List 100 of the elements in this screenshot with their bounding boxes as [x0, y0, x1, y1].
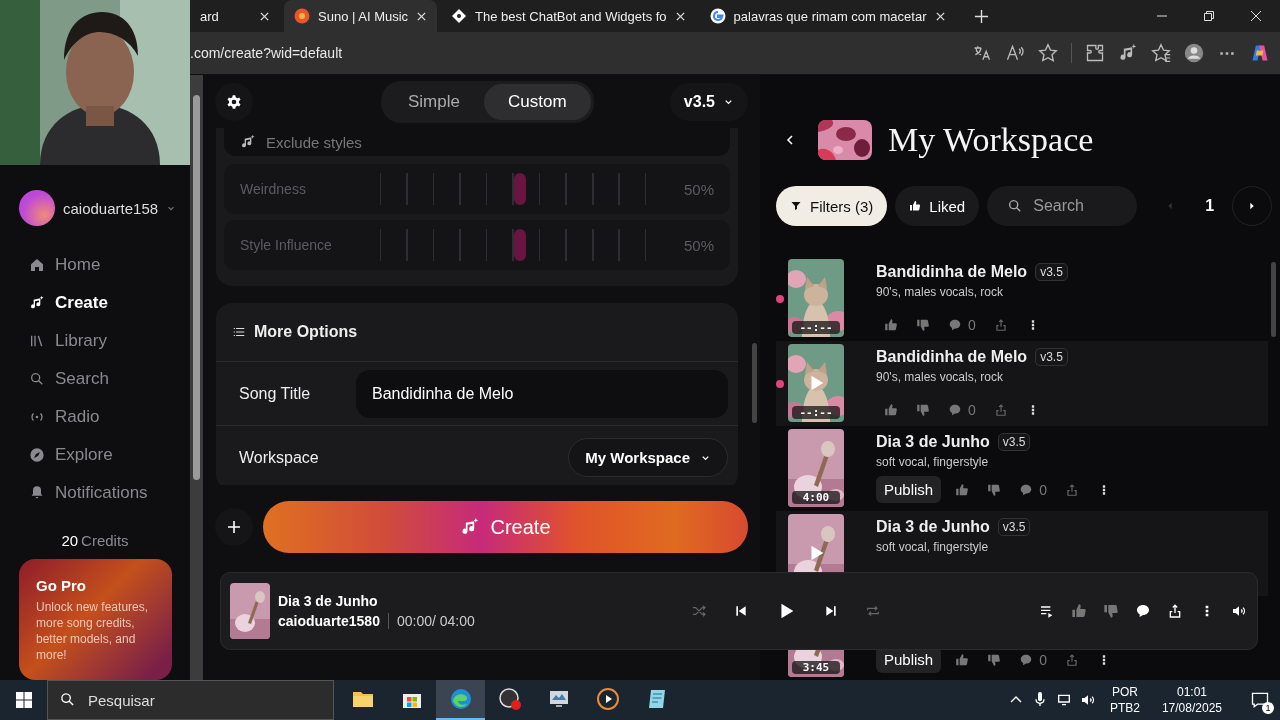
language-label[interactable]: POR — [1111, 683, 1138, 700]
translate-icon[interactable] — [972, 43, 992, 63]
nav-item[interactable]: Explore — [0, 436, 190, 474]
browser-tab[interactable]: The best ChatBot and Widgets fo — [441, 0, 696, 32]
nav-item[interactable]: Create — [0, 284, 190, 322]
liked-button[interactable]: Liked — [895, 186, 980, 226]
song-title-field[interactable]: Bandidinha de Melo — [356, 369, 728, 418]
clock-time[interactable]: 01:01 — [1176, 683, 1207, 700]
next-icon[interactable] — [823, 603, 839, 619]
scrollbar-thumb[interactable] — [1271, 262, 1276, 337]
favorite-star-icon[interactable] — [1038, 43, 1058, 63]
music-note-icon — [460, 517, 481, 537]
nav-item[interactable]: Notifications — [0, 474, 190, 512]
song-tags: soft vocal, fingerstyle — [876, 540, 1268, 554]
version-badge: v3.5 — [1035, 348, 1068, 366]
promo-card[interactable]: Go Pro Unlock new features, more song credits, better models, and more! — [19, 559, 172, 680]
thumbs-up-icon — [909, 200, 922, 212]
song-title[interactable]: Bandidinha de Melo — [876, 348, 1028, 366]
previous-icon[interactable] — [733, 603, 749, 619]
comment-count: 0 — [968, 402, 976, 418]
shuffle-icon[interactable] — [691, 603, 707, 619]
credits-label: Credits — [81, 532, 129, 549]
section-title[interactable]: More Options — [254, 323, 358, 341]
close-icon[interactable] — [934, 10, 946, 22]
filters-button[interactable]: Filters (3) — [776, 186, 888, 226]
thumbs-up-icon[interactable] — [955, 652, 970, 667]
start-icon[interactable] — [16, 692, 32, 708]
song-title[interactable]: Dia 3 de Junho — [876, 518, 990, 536]
search-field[interactable]: Search — [987, 186, 1138, 226]
close-icon[interactable] — [416, 10, 428, 22]
clock-date[interactable]: 17/08/2025 — [1161, 700, 1222, 717]
thumbs-up-icon[interactable] — [884, 318, 898, 332]
repeat-icon[interactable] — [865, 603, 881, 619]
artist-name[interactable]: caioduarte1580 — [278, 613, 389, 629]
taskbar-search-field[interactable]: Pesquisar — [47, 680, 334, 720]
nav-item[interactable]: Library — [0, 322, 190, 360]
restore-icon[interactable] — [1203, 10, 1215, 22]
copilot-icon[interactable] — [1250, 43, 1270, 63]
nav-item[interactable]: Search — [0, 360, 190, 398]
browser-tab[interactable]: palavras que rimam com macetar — [699, 0, 956, 32]
thumbs-down-icon[interactable] — [916, 318, 930, 332]
queue-icon[interactable] — [1039, 603, 1055, 619]
thumbs-up-icon[interactable] — [884, 403, 898, 417]
song-title[interactable]: Dia 3 de Junho — [876, 433, 990, 451]
slider-value: 50% — [682, 180, 714, 198]
exclude-styles-field[interactable]: Exclude styles — [224, 128, 730, 156]
record-icon — [497, 687, 522, 711]
filter-icon — [790, 200, 802, 212]
close-icon[interactable] — [674, 10, 686, 22]
settings-button[interactable] — [215, 82, 253, 121]
list-icon — [232, 325, 246, 339]
comment-icon[interactable] — [1135, 603, 1151, 619]
workspace-dropdown[interactable]: My Workspace — [568, 438, 728, 477]
media-player-icon — [595, 687, 620, 711]
publish-button[interactable]: Publish — [876, 476, 942, 503]
thumbs-down-icon[interactable] — [1103, 603, 1119, 619]
read-aloud-icon[interactable] — [1005, 43, 1025, 63]
extensions-icon[interactable] — [1085, 43, 1105, 63]
mode-tab[interactable]: Simple — [384, 83, 484, 120]
nav-item[interactable]: Radio — [0, 398, 190, 436]
site-logo-icon — [294, 8, 310, 24]
thumbs-up-icon[interactable] — [955, 482, 970, 497]
close-icon[interactable] — [1250, 10, 1262, 22]
profile-avatar-icon[interactable] — [1184, 43, 1204, 63]
close-icon[interactable] — [259, 10, 270, 22]
keyboard-layout-label[interactable]: PTB2 — [1109, 700, 1140, 717]
slider-value: 50% — [682, 236, 714, 254]
browser-tab[interactable]: Suno | AI Music — [284, 0, 438, 32]
notification-icon[interactable] — [1250, 690, 1270, 710]
thumbs-down-icon[interactable] — [987, 652, 1002, 667]
scrollbar-thumb[interactable] — [752, 343, 757, 423]
music-note-icon — [29, 295, 45, 311]
field-label: Workspace — [239, 448, 320, 467]
version-dropdown[interactable]: v3.5 — [669, 82, 748, 121]
mode-tab[interactable]: Custom — [483, 83, 591, 120]
thumbs-down-icon[interactable] — [916, 403, 930, 417]
avatar[interactable] — [19, 190, 55, 226]
search-icon — [29, 371, 45, 387]
track-title: Dia 3 de Junho — [278, 593, 379, 609]
thumbs-down-icon[interactable] — [987, 482, 1002, 497]
thumbs-up-icon[interactable] — [1071, 603, 1087, 619]
credits-count: 20 — [61, 532, 79, 549]
song-title[interactable]: Bandidinha de Melo — [876, 263, 1028, 281]
favorites-icon[interactable] — [1151, 43, 1171, 63]
new-tab-icon[interactable] — [973, 8, 989, 24]
nav-item[interactable]: Home — [0, 246, 190, 284]
scrollbar-thumb[interactable] — [193, 95, 200, 480]
create-button[interactable]: Create — [263, 501, 748, 553]
add-button[interactable] — [215, 508, 253, 546]
share-icon[interactable] — [1167, 603, 1183, 619]
slider-thumb[interactable] — [513, 173, 526, 205]
username[interactable]: caioduarte158 — [63, 199, 159, 217]
music-note-icon[interactable] — [1118, 43, 1138, 63]
slider-thumb[interactable] — [513, 229, 526, 261]
browser-tab[interactable]: ard — [190, 0, 280, 32]
network-icon[interactable] — [1055, 692, 1072, 708]
track-time: 00:00/ 04:00 — [396, 613, 475, 629]
address-field[interactable]: .com/create?wid=default — [190, 45, 343, 61]
back-icon[interactable] — [784, 134, 796, 146]
bell-icon — [29, 485, 45, 501]
